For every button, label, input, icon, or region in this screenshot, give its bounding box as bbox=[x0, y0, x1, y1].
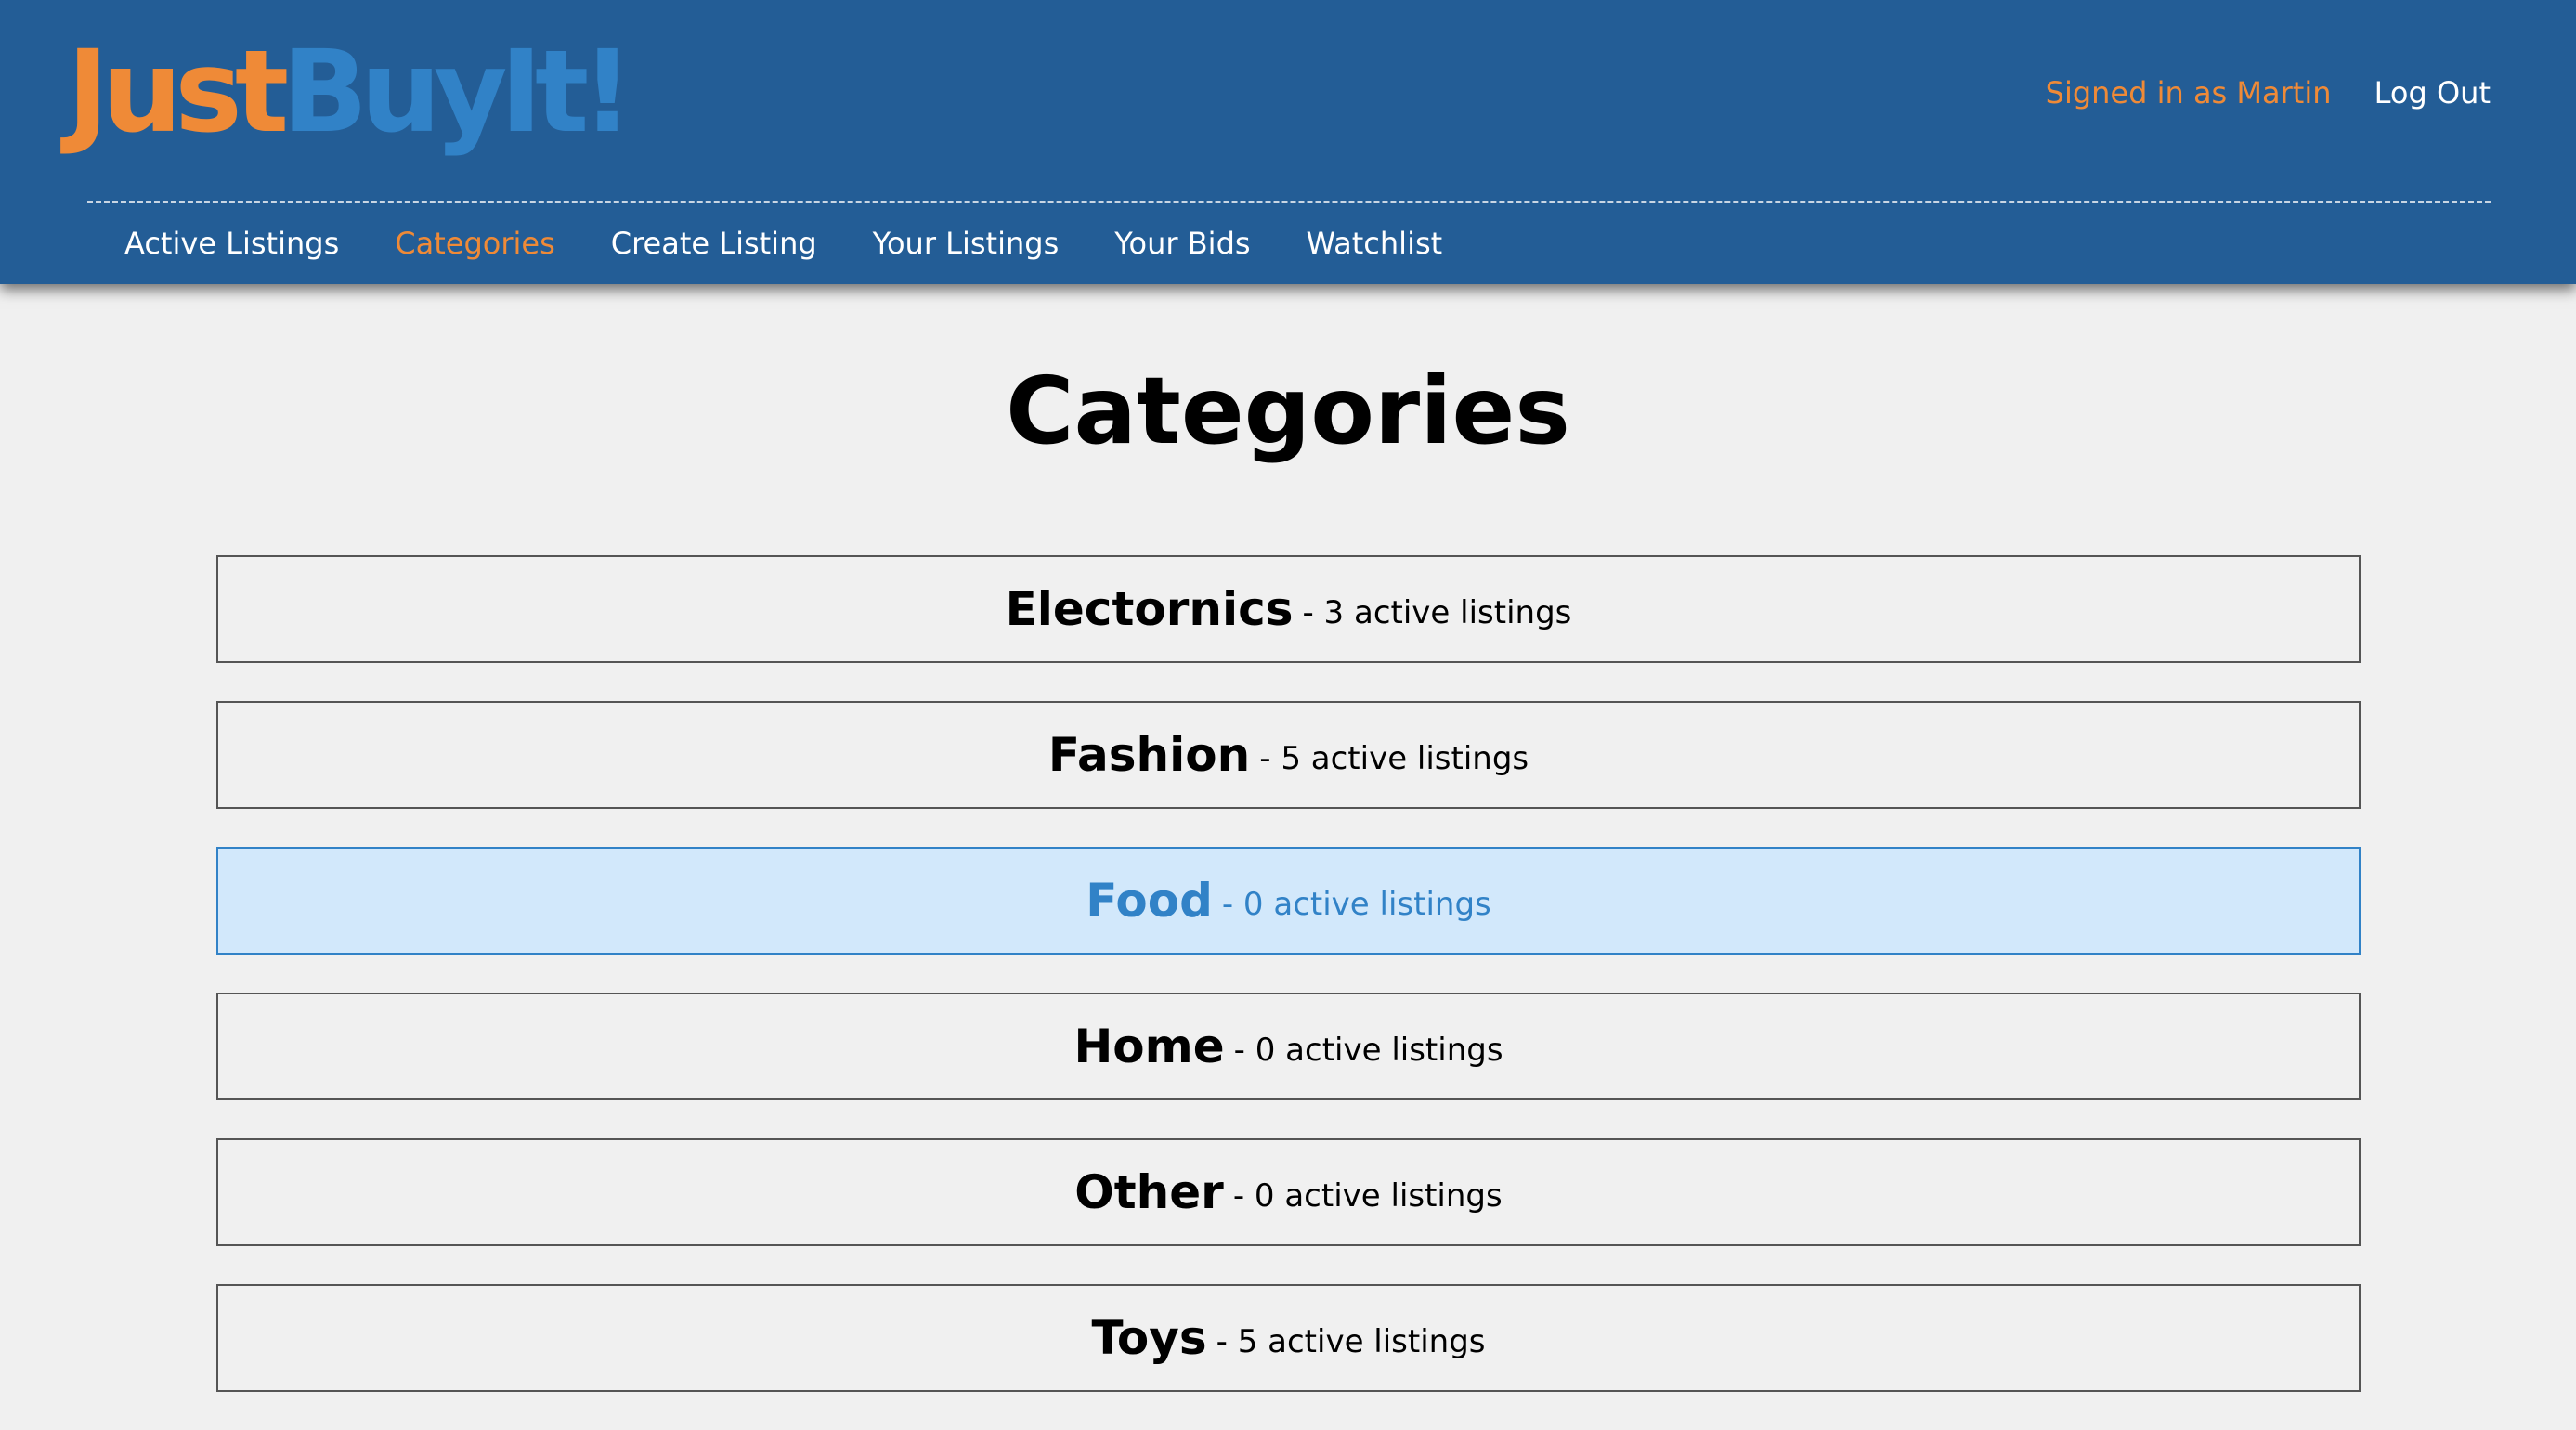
nav-active-listings[interactable]: Active Listings bbox=[124, 219, 339, 267]
category-item-electornics[interactable]: Electornics - 3 active listings bbox=[216, 555, 2361, 663]
category-count: - 0 active listings bbox=[1233, 1032, 1503, 1069]
page-title: Categories bbox=[1006, 357, 1570, 465]
nav-your-listings[interactable]: Your Listings bbox=[873, 219, 1060, 267]
category-count: - 3 active listings bbox=[1302, 594, 1572, 631]
category-count: - 0 active listings bbox=[1221, 886, 1491, 923]
category-list: Electornics - 3 active listings Fashion … bbox=[216, 555, 2361, 1430]
category-item-other[interactable]: Other - 0 active listings bbox=[216, 1138, 2361, 1246]
category-item-home[interactable]: Home - 0 active listings bbox=[216, 993, 2361, 1100]
nav-watchlist[interactable]: Watchlist bbox=[1307, 219, 1443, 267]
category-count: - 5 active listings bbox=[1259, 740, 1529, 777]
header-divider bbox=[87, 201, 2491, 203]
category-name: Electornics bbox=[1005, 582, 1294, 636]
logout-link[interactable]: Log Out bbox=[2374, 75, 2491, 110]
logo-part-buyit: BuyIt! bbox=[281, 26, 633, 158]
category-item-fashion[interactable]: Fashion - 5 active listings bbox=[216, 701, 2361, 809]
logo-part-just: Just bbox=[67, 26, 289, 158]
category-item-toys[interactable]: Toys - 5 active listings bbox=[216, 1284, 2361, 1392]
category-name: Toys bbox=[1091, 1311, 1207, 1365]
category-name: Home bbox=[1073, 1020, 1225, 1073]
user-box: Signed in as Martin Log Out bbox=[2046, 71, 2491, 115]
category-count: - 5 active listings bbox=[1216, 1323, 1486, 1360]
main-nav: Active Listings Categories Create Listin… bbox=[124, 219, 1442, 267]
category-item-food[interactable]: Food - 0 active listings bbox=[216, 847, 2361, 955]
category-count: - 0 active listings bbox=[1232, 1177, 1503, 1215]
signed-in-text: Signed in as Martin bbox=[2045, 75, 2332, 110]
category-name: Fashion bbox=[1047, 728, 1251, 782]
nav-create-listing[interactable]: Create Listing bbox=[611, 219, 817, 267]
category-name: Other bbox=[1074, 1165, 1224, 1219]
nav-your-bids[interactable]: Your Bids bbox=[1114, 219, 1250, 267]
site-logo[interactable]: JustBuyIt! bbox=[67, 22, 633, 162]
site-header: JustBuyIt! Signed in as Martin Log Out A… bbox=[0, 0, 2576, 284]
category-name: Food bbox=[1086, 874, 1213, 928]
nav-categories[interactable]: Categories bbox=[395, 219, 554, 267]
